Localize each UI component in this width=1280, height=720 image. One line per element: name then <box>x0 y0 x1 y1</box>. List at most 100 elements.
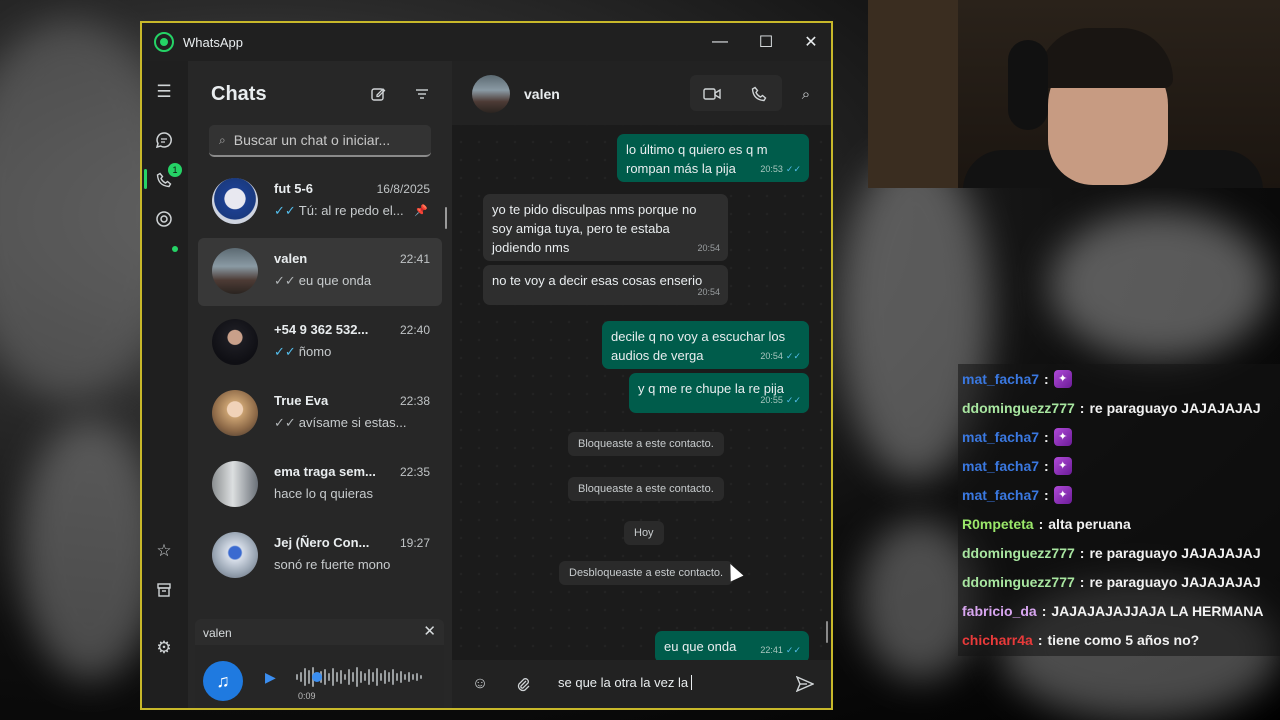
chat-name: fut 5-6 <box>274 181 313 196</box>
chat-item-valen[interactable]: valen 22:41 ✓✓ eu que onda <box>198 238 442 306</box>
message-input[interactable]: se que la otra la vez la <box>558 675 693 690</box>
chat-time: 22:40 <box>399 323 430 337</box>
voice-call-icon[interactable] <box>748 83 770 105</box>
pin-icon: 📌 <box>414 205 428 217</box>
message-time: 20:54 <box>697 243 720 253</box>
chat-line: ddominguezz777: re paraguayo JAJAJAJAJ <box>962 544 1261 561</box>
filter-icon[interactable] <box>411 83 433 105</box>
read-ticks-icon: ✓✓ <box>785 395 801 405</box>
chat-line: fabricio_da: JAJAJAJAJJAJA LA HERMANA <box>962 602 1264 619</box>
chat-item-ema[interactable]: ema traga sem... 22:35 hace lo q quieras <box>198 451 442 519</box>
player-contact-name: valen <box>203 626 232 640</box>
player-bar: ♫ ▶ 0:09 <box>195 645 444 708</box>
emote-icon: ✦ <box>1053 485 1072 504</box>
message-outgoing[interactable]: decile q no voy a escuchar los audios de… <box>602 321 809 369</box>
chat-preview: hace lo q quieras <box>274 486 374 501</box>
background-blur <box>1050 210 1270 360</box>
date-divider: Hoy <box>624 521 664 545</box>
chat-line: chicharr4a: tiene como 5 años no? <box>962 631 1200 648</box>
whatsapp-window: WhatsApp — ☐ ✕ ☰ 1 ☆ ⚙ Chats ⌕ Buscar un… <box>140 21 833 710</box>
chat-line: mat_facha7: ✦ <box>962 422 1072 451</box>
contact-avatar[interactable] <box>472 75 510 113</box>
search-icon: ⌕ <box>219 132 226 147</box>
send-icon[interactable] <box>793 672 817 696</box>
play-button[interactable]: ▶ <box>265 669 276 686</box>
starred-icon[interactable]: ☆ <box>151 538 177 564</box>
chat-avatar <box>212 178 258 224</box>
message-incoming[interactable]: no te voy a decir esas cosas enserio 20:… <box>483 265 728 305</box>
maximize-button[interactable]: ☐ <box>752 29 780 55</box>
chat-line: mat_facha7: ✦ <box>962 480 1072 509</box>
settings-icon[interactable]: ⚙ <box>151 635 177 661</box>
menu-icon[interactable]: ☰ <box>151 79 177 105</box>
message-outgoing[interactable]: y q me re chupe la re pija 20:55 ✓✓ <box>629 373 809 413</box>
chat-name: ema traga sem... <box>274 464 376 479</box>
emote-icon: ✦ <box>1053 427 1072 446</box>
chat-time: 22:41 <box>399 252 430 266</box>
webcam-person <box>1038 28 1173 88</box>
conversation-panel: valen ⌕ lo último q quiero es q m rompan… <box>452 61 831 708</box>
chat-time: 16/8/2025 <box>376 182 430 196</box>
background-blur <box>20 420 160 680</box>
chat-line: mat_facha7: ✦ <box>962 364 1072 393</box>
status-icon[interactable] <box>151 206 177 232</box>
chat-preview: sonó re fuerte mono <box>274 557 391 572</box>
whatsapp-logo-icon <box>154 32 174 52</box>
waveform[interactable] <box>295 665 435 689</box>
system-message: Desbloqueaste a este contacto. <box>559 561 734 585</box>
stream-chat-overlay: mat_facha7: ✦ ddominguezz777: re paraguayo… <box>958 364 1280 656</box>
emote-icon: ✦ <box>1053 369 1072 388</box>
message-outgoing[interactable]: eu que onda 22:41 ✓✓ <box>655 631 809 663</box>
chat-item-true-eva[interactable]: True Eva 22:38 ✓✓ avísame si estas... <box>198 380 442 448</box>
calls-icon[interactable] <box>151 167 177 193</box>
video-call-icon[interactable] <box>701 83 723 105</box>
chat-preview: ✓✓ avísame si estas... <box>274 415 407 430</box>
search-icon[interactable]: ⌕ <box>795 83 817 105</box>
chats-title: Chats <box>211 83 267 105</box>
search-input[interactable]: ⌕ Buscar un chat o iniciar... <box>209 125 431 157</box>
emoji-icon[interactable]: ☺ <box>468 672 492 696</box>
chat-line: ddominguezz777: re paraguayo JAJAJAJAJ <box>962 573 1261 590</box>
chat-preview: ✓✓ eu que onda <box>274 273 372 288</box>
chat-time: 22:35 <box>399 465 430 479</box>
system-message: Bloqueaste a este contacto. <box>568 432 724 456</box>
chat-line: ddominguezz777: re paraguayo JAJAJAJAJ <box>962 399 1261 416</box>
minimize-button[interactable]: — <box>706 29 734 55</box>
chat-avatar <box>212 532 258 578</box>
chat-preview: ✓✓ ñomo <box>274 344 332 359</box>
chat-name: +54 9 362 532... <box>274 322 369 337</box>
read-ticks-icon: ✓✓ <box>274 203 296 218</box>
read-ticks-icon: ✓✓ <box>274 415 296 430</box>
search-placeholder: Buscar un chat o iniciar... <box>233 132 391 148</box>
archive-icon[interactable] <box>151 577 177 603</box>
chat-item-number[interactable]: +54 9 362 532... 22:40 ✓✓ ñomo <box>198 309 442 377</box>
new-chat-icon[interactable] <box>367 83 389 105</box>
chat-time: 22:38 <box>399 394 430 408</box>
read-ticks-icon: ✓✓ <box>785 645 801 655</box>
chat-avatar <box>212 461 258 507</box>
read-ticks-icon: ✓✓ <box>785 351 801 361</box>
close-window-button[interactable]: ✕ <box>797 29 825 55</box>
message-time: 20:54 ✓✓ <box>760 351 801 361</box>
message-incoming[interactable]: yo te pido disculpas nms porque no soy a… <box>483 194 728 261</box>
player-close-button[interactable]: ✕ <box>423 622 436 640</box>
message-time: 20:53 ✓✓ <box>760 164 801 174</box>
contact-name[interactable]: valen <box>524 86 560 102</box>
webcam-overlay <box>868 0 1280 188</box>
chat-time: 19:27 <box>399 536 430 550</box>
chat-item-fut[interactable]: fut 5-6 16/8/2025 ✓✓ Tú: al re pedo el...… <box>198 168 442 236</box>
emote-icon: ✦ <box>1053 456 1072 475</box>
attach-icon[interactable] <box>511 672 535 696</box>
conversation-scrollbar[interactable] <box>826 621 828 643</box>
chat-line: R0mpeteta: alta peruana <box>962 515 1131 532</box>
audio-player: valen ✕ ♫ ▶ 0:09 <box>195 619 444 708</box>
active-indicator <box>144 169 147 189</box>
message-time: 20:54 <box>697 287 720 297</box>
player-time: 0:09 <box>298 691 316 701</box>
message-outgoing[interactable]: lo último q quiero es q m rompan más la … <box>617 134 809 182</box>
title-bar: WhatsApp — ☐ ✕ <box>142 23 831 61</box>
webcam-background <box>868 0 958 188</box>
chats-icon[interactable] <box>151 127 177 153</box>
chat-item-jej[interactable]: Jej (Ñero Con... 19:27 sonó re fuerte mo… <box>198 522 442 590</box>
chat-list-scrollbar[interactable] <box>445 207 447 229</box>
